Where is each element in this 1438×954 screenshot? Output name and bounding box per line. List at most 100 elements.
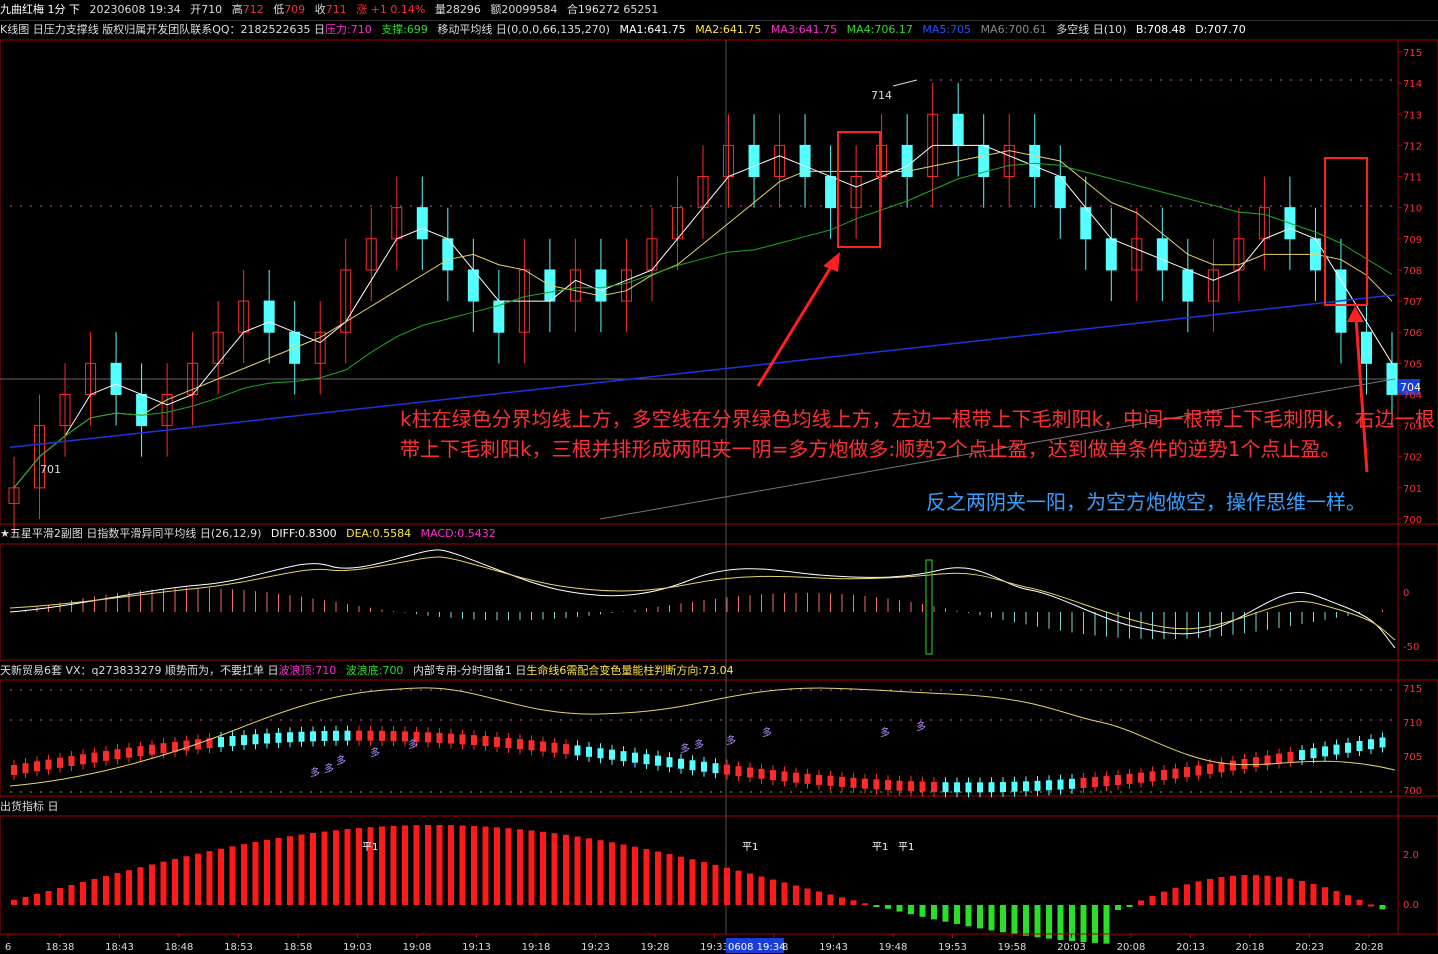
sell-bar (804, 888, 811, 905)
macd-tick-label: -50 (1403, 642, 1419, 653)
sell-axis-ticks: 2.0 0.0 (1403, 850, 1419, 911)
wave-header-prefix[interactable]: 天新贸易6套 VX：q273833279 顺势而为，不要扛单 日 (0, 664, 279, 677)
wave-body (517, 739, 523, 750)
macd-header-prefix[interactable]: ★五星平滑2副图 日指数平滑异同平均线 日(26,12,9) (0, 527, 261, 540)
wave-body (942, 782, 949, 793)
long-marker: 多 (680, 742, 690, 755)
sell-bar (195, 853, 201, 905)
long-marker: 多 (762, 726, 772, 739)
wave-body (1299, 750, 1305, 761)
wave-body (1115, 774, 1121, 785)
sell-indicator-bars (11, 825, 1386, 944)
sell-bar (1149, 895, 1156, 905)
macd-tick-label: 0 (1403, 588, 1409, 599)
sell-bar (908, 905, 914, 915)
wave-body (666, 757, 673, 768)
sell-bar (264, 839, 270, 905)
wave-body (540, 741, 546, 752)
sell-bar (896, 905, 903, 912)
sell-bar (735, 870, 742, 905)
price-tick-label: 707 (1403, 297, 1422, 308)
wave-suffix[interactable]: 内部专用-分时图备1 日 (413, 664, 526, 677)
long-marker: 多 (408, 738, 418, 751)
wave-body (873, 779, 880, 790)
wave-body (1080, 778, 1087, 789)
wave-tick-label: 700 (1403, 786, 1422, 797)
candlestick-series (8, 83, 1398, 535)
price-tick-label: 711 (1403, 173, 1422, 184)
long-marker: 多 (310, 766, 320, 779)
sell-bar (287, 836, 293, 905)
sell-bar (137, 867, 144, 905)
sell-bar (206, 851, 213, 905)
wave-body (505, 738, 512, 749)
sell-bar (160, 861, 167, 905)
wave-body (1069, 778, 1075, 789)
sell-markers: 平1 平1 平1 平1 (362, 842, 914, 853)
sell-bar (574, 836, 581, 905)
sell-bar (448, 825, 454, 905)
wave-body (528, 740, 535, 751)
wave-body (1138, 772, 1144, 783)
sell-bar (1356, 899, 1363, 905)
wave-body (1011, 781, 1018, 792)
sell-bar (724, 867, 730, 905)
wave-body (494, 737, 500, 748)
wave-body (931, 781, 937, 792)
sell-bar (1333, 891, 1340, 905)
long-marker: 多 (880, 726, 890, 739)
wave-bottom-value: 波浪底:700 (345, 664, 404, 677)
sell-bar (344, 829, 351, 905)
wave-body (1161, 769, 1167, 780)
time-tick-label: 6 (5, 942, 11, 953)
sell-bar (942, 905, 949, 922)
macd-value: MACD:0.5432 (420, 527, 496, 540)
sell-bar (1195, 881, 1202, 905)
sell-bar (850, 900, 857, 905)
sell-bar (1172, 887, 1179, 905)
candle-body (1360, 331, 1372, 364)
wave-body (896, 780, 903, 791)
wave-body (574, 745, 581, 756)
sell-bar (758, 876, 765, 905)
sell-bar (68, 885, 75, 905)
wave-body (1000, 782, 1006, 793)
candle-body (1182, 269, 1194, 302)
sell-bar (620, 844, 627, 905)
wave-body (459, 734, 466, 745)
wave-body (827, 775, 834, 786)
wave-body (114, 749, 121, 760)
sell-bar (494, 827, 500, 905)
wave-body (1149, 771, 1156, 782)
time-tick-label: 19:48 (879, 942, 908, 953)
sell-bar (482, 826, 489, 905)
candle-body (416, 207, 428, 240)
sell-bar (1299, 880, 1305, 905)
candle-body (1386, 362, 1398, 395)
sell-bar (540, 831, 546, 905)
dea-value: DEA:0.5584 (346, 527, 412, 540)
price-tick-label: 701 (1403, 484, 1422, 495)
wave-body (620, 751, 627, 762)
sell-bar (333, 830, 339, 905)
sell-bar (1184, 884, 1190, 905)
wave-body (1103, 776, 1110, 787)
candle-body (1156, 238, 1168, 271)
sell-header-label[interactable]: 出货指标 日 (0, 800, 59, 813)
wave-body (954, 782, 960, 793)
sell-bar (701, 862, 707, 905)
wave-body (1092, 777, 1098, 788)
wave-body (965, 782, 972, 793)
high-marker: 714 (871, 89, 892, 102)
sell-bar (1057, 905, 1064, 940)
wave-body (22, 763, 29, 774)
macd-cursor-bar (925, 559, 933, 655)
sell-bar (1276, 876, 1282, 905)
sell-bar (1264, 875, 1271, 905)
sell-bar (436, 825, 443, 905)
sell-bar (1138, 900, 1144, 905)
sell-bar (1161, 891, 1167, 905)
wave-body (563, 744, 569, 755)
sell-bar (379, 826, 385, 905)
sell-bar (103, 876, 109, 905)
